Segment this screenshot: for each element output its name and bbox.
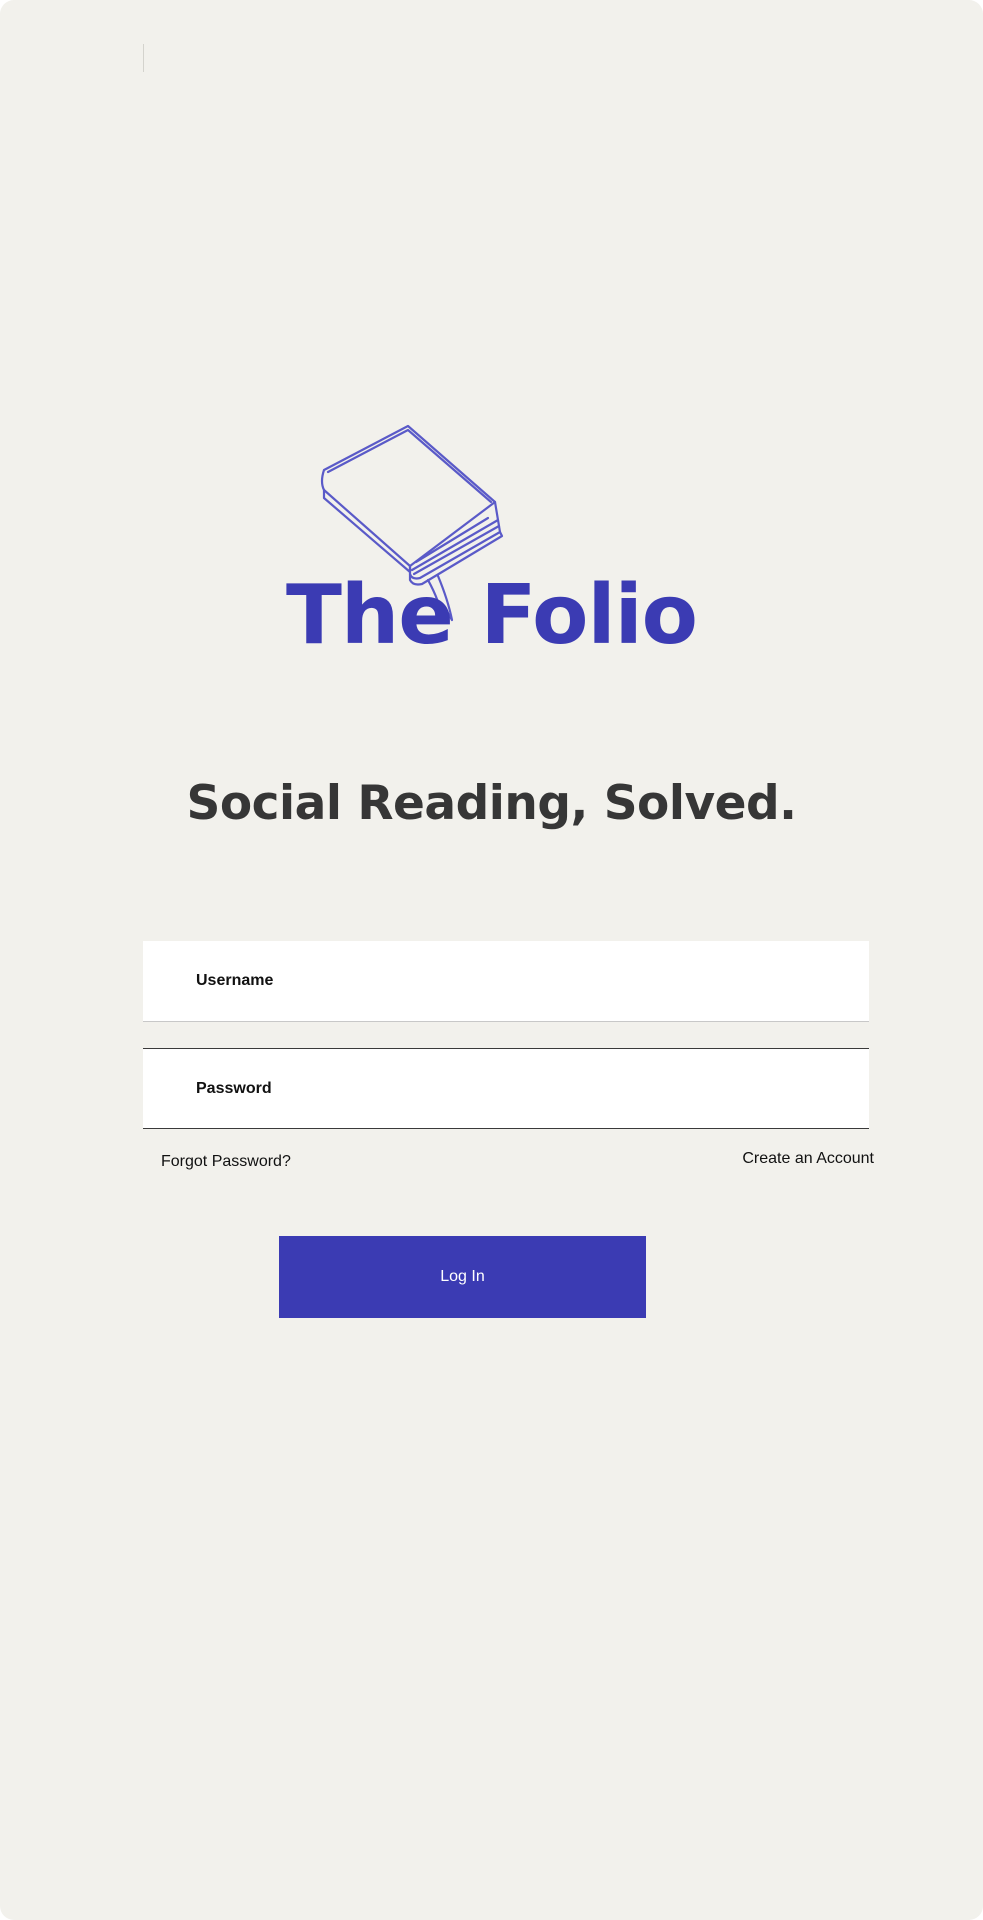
username-input[interactable] xyxy=(143,941,869,1021)
tagline: Social Reading, Solved. xyxy=(186,776,797,831)
create-account-link[interactable]: Create an Account xyxy=(742,1150,874,1168)
status-divider xyxy=(143,44,144,72)
login-screen: The Folio Social Reading, Solved. Forgot… xyxy=(0,0,983,1920)
password-field[interactable] xyxy=(143,1048,869,1129)
login-button[interactable]: Log In xyxy=(279,1236,646,1318)
forgot-password-link[interactable]: Forgot Password? xyxy=(161,1153,291,1171)
password-input[interactable] xyxy=(143,1049,869,1128)
username-field[interactable] xyxy=(143,941,869,1022)
brand-title: The Folio xyxy=(285,568,698,663)
